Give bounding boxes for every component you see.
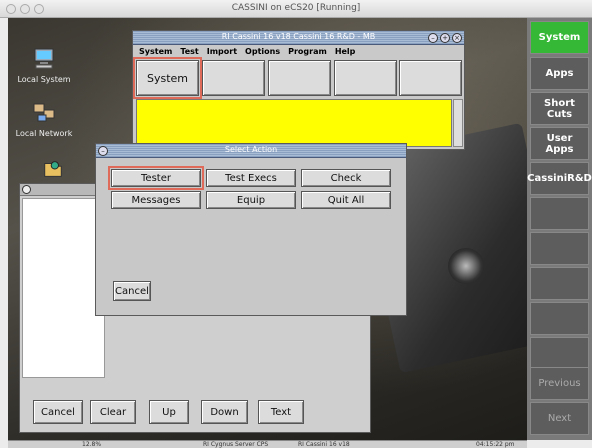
up-button[interactable]: Up [149,400,189,424]
taskbar-item[interactable]: RI Cygnus Server CPS [203,441,268,448]
test-execs-button[interactable]: Test Execs [206,169,296,187]
down-button[interactable]: Down [201,400,248,424]
folder-icon[interactable] [42,158,64,180]
cancel-button[interactable]: Cancel [113,281,151,301]
main-app-title: RI Cassini 16 v18 Cassini 16 R&D - MB [221,32,376,41]
menu-test[interactable]: Test [180,47,198,56]
tab-empty[interactable] [334,60,397,96]
yellow-panel [136,99,452,147]
clock: 04:15:22 pm [476,441,515,448]
collapse-icon[interactable] [22,185,31,194]
taskbar-item[interactable]: RI Cassini 16 v18 [298,441,350,448]
menu-options[interactable]: Options [245,47,280,56]
select-action-dialog: – Select Action Tester Test Execs Check … [95,143,407,316]
quit-all-button[interactable]: Quit All [301,191,391,209]
mac-titlebar: CASSINI on eCS20 [Running] [0,0,592,18]
menu-program[interactable]: Program [288,47,327,56]
taskbar: 12.8% RI Cygnus Server CPS RI Cassini 16… [8,440,527,448]
messages-button[interactable]: Messages [111,191,201,209]
menu-help[interactable]: Help [335,47,356,56]
equip-button[interactable]: Equip [206,191,296,209]
sidebar-item-empty[interactable] [530,302,589,335]
scrollbar[interactable] [453,99,463,147]
list-area[interactable] [22,198,105,378]
minimize-icon[interactable]: – [428,33,438,43]
desktop-icon-label: Local Network [15,129,73,138]
sidebar-item-previous[interactable]: Previous [530,367,589,400]
sidebar-item-empty[interactable] [530,197,589,230]
close-icon[interactable]: × [452,33,462,43]
sidebar-item-empty[interactable] [530,232,589,265]
menu-import[interactable]: Import [207,47,237,56]
computer-icon [34,48,54,69]
desktop-icon-local-network[interactable]: Local Network [14,100,74,138]
clear-button[interactable]: Clear [90,400,136,424]
tab-empty[interactable] [399,60,462,96]
desktop-icon-label: Local System [17,75,71,84]
main-app-window: RI Cassini 16 v18 Cassini 16 R&D - MB – … [132,30,465,150]
sidebar-item-cassini-rd[interactable]: CassiniR&D [527,162,592,195]
sidebar-item-next[interactable]: Next [530,402,589,435]
cancel-button[interactable]: Cancel [33,400,83,424]
desktop-icon-local-system[interactable]: Local System [14,46,74,84]
check-button[interactable]: Check [301,169,391,187]
cpu-percent: 12.8% [82,441,102,448]
sidebar: System Apps Short Cuts User Apps Cassini… [527,18,592,440]
text-button[interactable]: Text [258,400,304,424]
sidebar-item-empty[interactable] [530,267,589,300]
select-action-title: Select Action [224,145,278,154]
maximize-icon[interactable]: + [440,33,450,43]
sidebar-item-empty[interactable] [530,337,589,370]
window-title: CASSINI on eCS20 [Running] [231,3,361,13]
tab-empty[interactable] [268,60,331,96]
device-knob [448,248,484,284]
select-action-titlebar: – Select Action [96,144,406,158]
menu-system[interactable]: System [139,47,172,56]
tester-button[interactable]: Tester [108,166,204,190]
sidebar-item-apps[interactable]: Apps [530,57,589,90]
network-icon [33,103,55,122]
tab-system[interactable]: System [133,57,202,99]
sidebar-item-user-apps[interactable]: User Apps [530,127,589,160]
main-app-titlebar: RI Cassini 16 v18 Cassini 16 R&D - MB – … [133,31,464,45]
menu-bar: System Test Import Options Program Help [133,45,464,57]
sidebar-item-short-cuts[interactable]: Short Cuts [530,92,589,125]
sidebar-item-system[interactable]: System [530,21,589,54]
tab-empty[interactable] [202,60,265,96]
